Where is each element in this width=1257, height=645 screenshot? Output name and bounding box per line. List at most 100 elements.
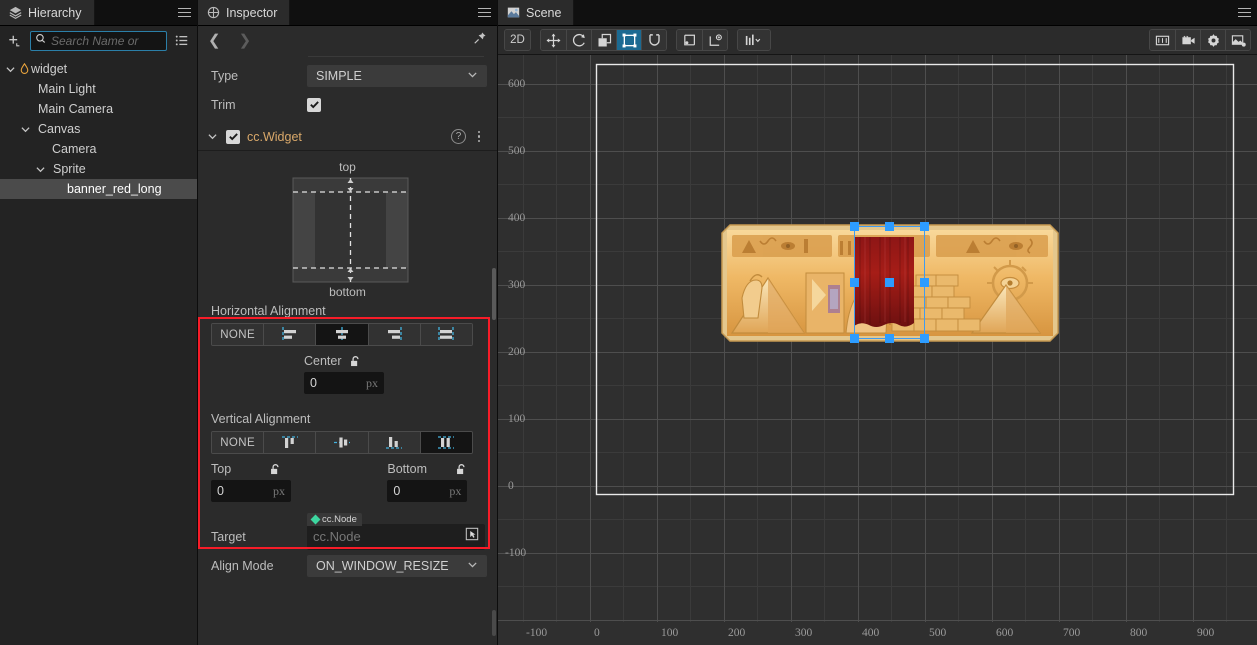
move-icon [546,33,561,47]
tree-node-sprite[interactable]: Sprite [0,159,197,179]
hierarchy-menu-icon[interactable] [171,0,197,25]
help-icon[interactable]: ? [451,129,466,144]
chevron-down-icon[interactable] [206,130,219,143]
pick-node-icon[interactable] [465,527,479,546]
gizmo-effects-button[interactable] [738,30,770,50]
inspector-tab-empty [290,0,471,25]
mode-2d-button[interactable]: 2D [505,30,530,50]
tree-node-canvas[interactable]: Canvas [0,119,197,139]
scale-tool-button[interactable] [591,30,616,50]
search-icon [35,32,47,50]
pivot-tool-button[interactable] [677,30,702,50]
vertical-fields: Top 0 px Bottom 0 px [198,462,497,502]
tree-node-camera[interactable]: Camera [0,139,197,159]
align-mode-value: ON_WINDOW_RESIZE [316,558,449,573]
rect-transform-tool-button[interactable] [616,30,641,50]
horizontal-ruler[interactable]: -100 0 100 200 300 400 500 600 700 800 9… [498,622,1257,645]
valign-stretch-button[interactable] [420,432,472,453]
horizontal-alignment-buttons[interactable]: NONE [211,323,473,346]
selection-gizmo[interactable] [846,218,966,378]
ruler-x-tick: 300 [795,627,813,639]
mode-2d-label: 2D [510,34,525,46]
bottom-field-group: Bottom 0 px [387,462,497,502]
type-select[interactable]: SIMPLE [307,64,487,87]
vertical-alignment-buttons[interactable]: NONE [211,431,473,454]
bottom-value-input[interactable]: 0 px [387,480,468,502]
add-node-icon[interactable] [5,31,25,51]
unlock-icon[interactable] [455,463,468,476]
valign-middle-button[interactable] [316,432,369,453]
center-unit: px [366,375,378,390]
trim-checkbox[interactable] [307,97,321,112]
trim-label: Trim [211,97,236,112]
unlock-icon[interactable] [269,463,282,476]
ruler-y-tick: 300 [508,279,526,291]
camera-button[interactable] [1175,30,1200,50]
tree-node-banner-red-long[interactable]: banner_red_long [0,179,197,199]
widget-enabled-checkbox[interactable] [226,129,240,144]
component-menu-icon[interactable] [473,130,485,143]
valign-none-button[interactable]: NONE [212,432,265,453]
component-name: cc.Widget [247,129,302,144]
inspector-tabbar: Inspector [198,0,497,26]
pin-icon[interactable] [473,31,487,50]
gear-button[interactable] [1200,30,1225,50]
align-stretch-v-icon [438,436,455,449]
tab-hierarchy[interactable]: Hierarchy [0,0,95,25]
tab-hierarchy-label: Hierarchy [28,5,82,20]
tab-inspector[interactable]: Inspector [198,0,291,25]
filter-list-icon[interactable] [172,31,192,51]
tree-node-widget[interactable]: widget [0,59,197,79]
chevron-down-icon[interactable] [19,123,32,136]
camera-preview-button[interactable] [1150,30,1175,50]
target-row: Target cc.Node cc.Node [198,512,497,551]
align-bottom-icon [386,437,403,449]
move-tool-button[interactable] [541,30,566,50]
inspector-menu-icon[interactable] [471,0,497,25]
align-mode-select[interactable]: ON_WINDOW_RESIZE [307,554,487,577]
halign-center-button[interactable] [316,324,369,345]
trim-row: Trim [198,90,497,119]
nav-back-icon[interactable]: ❮ [208,33,221,48]
nav-forward-icon[interactable]: ❯ [239,33,252,48]
screenshot-button[interactable] [1225,30,1250,50]
ruler-x-tick: 0 [594,627,600,639]
vertical-ruler[interactable]: 600 500 400 300 200 100 0 -100 [498,55,526,645]
search-placeholder: Search Name or [51,34,139,48]
handle-bottom-center [885,334,894,343]
screenshot-icon [1231,34,1246,47]
halign-none-button[interactable]: NONE [212,324,265,345]
inspector-scrollbar[interactable] [492,268,496,320]
scene-menu-icon[interactable] [1231,0,1257,25]
center-value-input[interactable]: 0 px [304,372,384,394]
scene-icon [507,6,520,19]
target-node-field[interactable]: cc.Node cc.Node [307,512,485,550]
tree-node-label: Canvas [38,122,81,136]
unlock-icon[interactable] [349,355,362,368]
vertical-alignment-section: Vertical Alignment NONE Top 0 px Bottom … [198,412,497,502]
valign-bottom-button[interactable] [368,432,421,453]
chevron-down-icon[interactable] [4,63,17,76]
scene-viewport[interactable]: 600 500 400 300 200 100 0 -100 -100 0 10… [498,55,1257,645]
divider [308,56,484,57]
chevron-down-icon [467,69,478,83]
halign-right-button[interactable] [368,324,421,345]
valign-top-button[interactable] [264,432,317,453]
tab-scene[interactable]: Scene [498,0,575,25]
inspector-scrollbar-secondary[interactable] [492,610,496,636]
search-input[interactable]: Search Name or [30,31,167,51]
scene-right-tools-group [1149,29,1251,51]
halign-stretch-button[interactable] [420,324,472,345]
top-value-input[interactable]: 0 px [211,480,291,502]
ruler-y-tick: 400 [508,212,526,224]
halign-left-button[interactable] [264,324,317,345]
align-right-icon [388,327,402,342]
magnet-tool-button[interactable] [641,30,666,50]
coordinate-tool-button[interactable] [702,30,727,50]
editor-root: Hierarchy Search Name or widget Main Lig… [0,0,1257,645]
chevron-down-icon[interactable] [34,163,47,176]
tree-node-main-light[interactable]: Main Light [0,79,197,99]
tree-node-main-camera[interactable]: Main Camera [0,99,197,119]
handle-top-right [920,222,929,231]
rotate-tool-button[interactable] [566,30,591,50]
